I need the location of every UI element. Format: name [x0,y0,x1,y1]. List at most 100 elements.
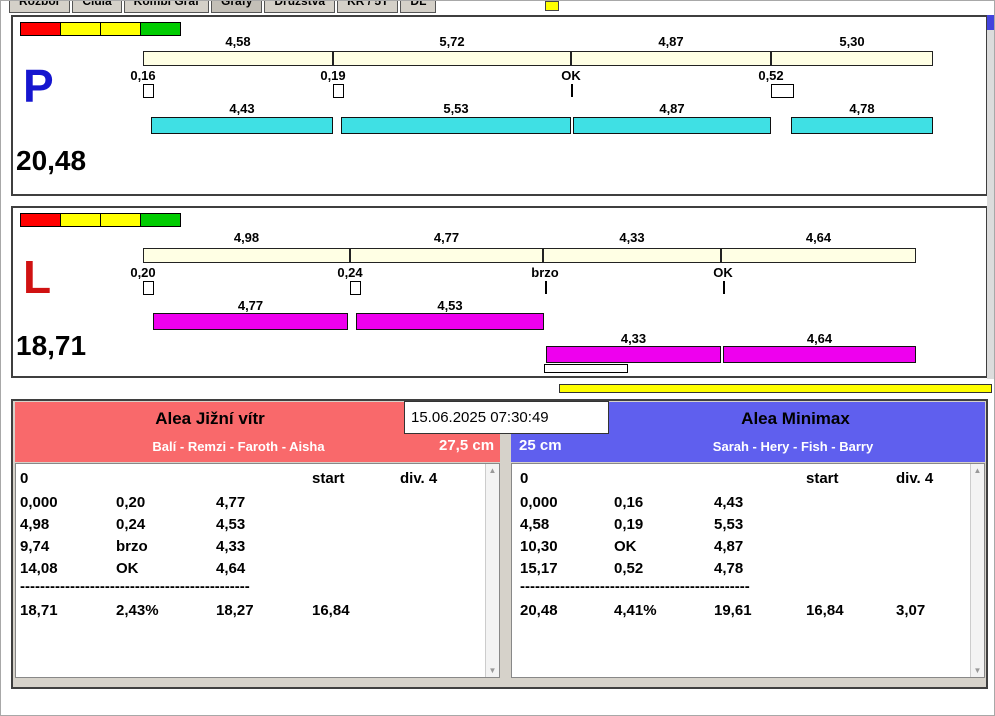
mark-label: OK [561,68,581,83]
mark-label: 0,20 [130,265,156,280]
table-cell: 10,30 [520,538,558,555]
table-total-cell: 19,61 [714,602,752,619]
panel-p-total-time: 20,48 [16,145,87,176]
segment-time-label: 5,30 [839,34,865,49]
table-cell: 4,78 [714,560,744,577]
scroll-down-icon[interactable]: ▼ [486,666,499,675]
table-header-cell: start [312,470,345,487]
tab-dl[interactable]: DL [400,1,437,13]
split-bar [341,117,571,134]
mark-tick-box [333,84,344,98]
table-header-cell: div. 4 [896,470,934,487]
tab-row: Rozbor Čidla Kombi Graf Grafy Družstva KR / 5… [9,1,437,13]
yellow-progress-strip [559,384,992,393]
table-cell: 0,000 [20,494,58,511]
mark-label: 0,16 [130,68,156,83]
segment-time-label: 4,33 [619,230,645,245]
segment-time-label: 4,58 [225,34,251,49]
team-right-results-table: ▲ ▼ 0 start div. 4 0,000 0,16 4,43 4,58 0,19 5,5… [511,463,985,678]
marker-box [544,364,628,373]
legend-color-box [100,213,141,227]
legend-color-box [140,213,181,227]
table-header-cell: 0 [520,470,529,487]
table-cell: 4,43 [714,494,744,511]
split-bar [151,117,333,134]
tab-rozbor[interactable]: Rozbor [9,1,71,13]
legend-color-box [60,213,101,227]
mark-tick-boxwide [771,84,794,98]
split-time-label: 5,53 [443,101,469,116]
mark-label: brzo [531,265,559,280]
split-time-label: 4,77 [237,298,264,313]
panel-l-total-time: 18,71 [16,330,87,361]
segment-bar [143,248,350,263]
table-cell: brzo [116,538,148,555]
mark-tick-box [143,84,154,98]
mark-tick-line [545,281,547,294]
split-bar [573,117,771,134]
table-cell: 15,17 [520,560,558,577]
segment-bar [771,51,933,66]
segment-bar [571,51,771,66]
tab-kr-5t[interactable]: KR / 5T [337,1,399,13]
table-scrollbar[interactable]: ▲ ▼ [970,464,984,677]
split-time-label: 4,53 [437,298,463,313]
split-time-label: 4,87 [659,101,685,116]
team-right-crew: Sarah - Hery - Fish - Barry [712,439,874,454]
split-time-label: 4,43 [229,101,255,116]
segment-time-label: 4,87 [658,34,684,49]
table-cell: 0,16 [614,494,644,511]
segment-bar [143,51,333,66]
app-window: Rozbor Čidla Kombi Graf Grafy Družstva KR / 5… [0,0,995,716]
legend-color-box [60,22,101,36]
table-cell: 0,000 [520,494,558,511]
scroll-up-icon[interactable]: ▲ [486,466,499,475]
mark-label: 0,24 [337,265,363,280]
table-header-cell: start [806,470,839,487]
dashed-separator: ----------------------------------------… [520,578,750,595]
legend-color-box [100,22,141,36]
scroll-up-icon[interactable]: ▲ [971,466,984,475]
table-cell: 4,64 [216,560,246,577]
mark-label: 0,19 [320,68,346,83]
yellow-indicator [545,1,559,11]
vertical-scrollbar[interactable] [987,15,994,379]
table-cell: 0,20 [116,494,146,511]
tab-dru-stva[interactable]: Družstva [264,1,336,13]
mark-label: 0,52 [758,68,784,83]
split-time-label: 4,33 [620,331,647,346]
segment-time-label: 4,98 [233,230,260,245]
mark-tick-box [143,281,154,295]
right-oar-panel: P 20,48 4,58 5,72 4,87 5,30 0,16 0,19 OK 0,52 4,… [11,15,988,196]
tab--idla[interactable]: Čidla [72,1,122,13]
table-total-cell: 4,41% [614,602,657,619]
split-time-label: 4,64 [806,331,833,346]
split-bar [546,346,721,363]
table-header-cell: div. 4 [400,470,438,487]
scrollbar-thumb[interactable] [987,15,994,30]
tab-grafy[interactable]: Grafy [211,1,263,13]
mark-label: OK [713,265,733,280]
tab-kombi-graf[interactable]: Kombi Graf [123,1,210,13]
table-cell: 4,58 [520,516,550,533]
segment-bar [350,248,543,263]
dashed-separator: ----------------------------------------… [20,578,250,595]
split-bar [153,313,348,330]
segment-bar [721,248,916,263]
team-left-crew: Balí - Remzi - Faroth - Aisha [152,439,325,454]
team-left-name: Alea Jižní vítr [155,409,265,428]
tab-bar: Rozbor Čidla Kombi Graf Grafy Družstva KR / 5… [1,1,994,13]
scroll-down-icon[interactable]: ▼ [971,666,984,675]
panel-letter-p: P [23,60,54,112]
team-left-cm-value: 27,5 cm [439,437,495,454]
segment-bar [333,51,571,66]
segment-bar [543,248,721,263]
table-cell: OK [116,560,139,577]
table-cell: 0,19 [614,516,644,533]
table-cell: OK [614,538,637,555]
table-scrollbar[interactable]: ▲ ▼ [485,464,499,677]
legend-color-box [20,213,61,227]
table-total-cell: 16,84 [312,602,350,619]
mark-tick-line [723,281,725,294]
table-total-cell: 20,48 [520,602,558,619]
